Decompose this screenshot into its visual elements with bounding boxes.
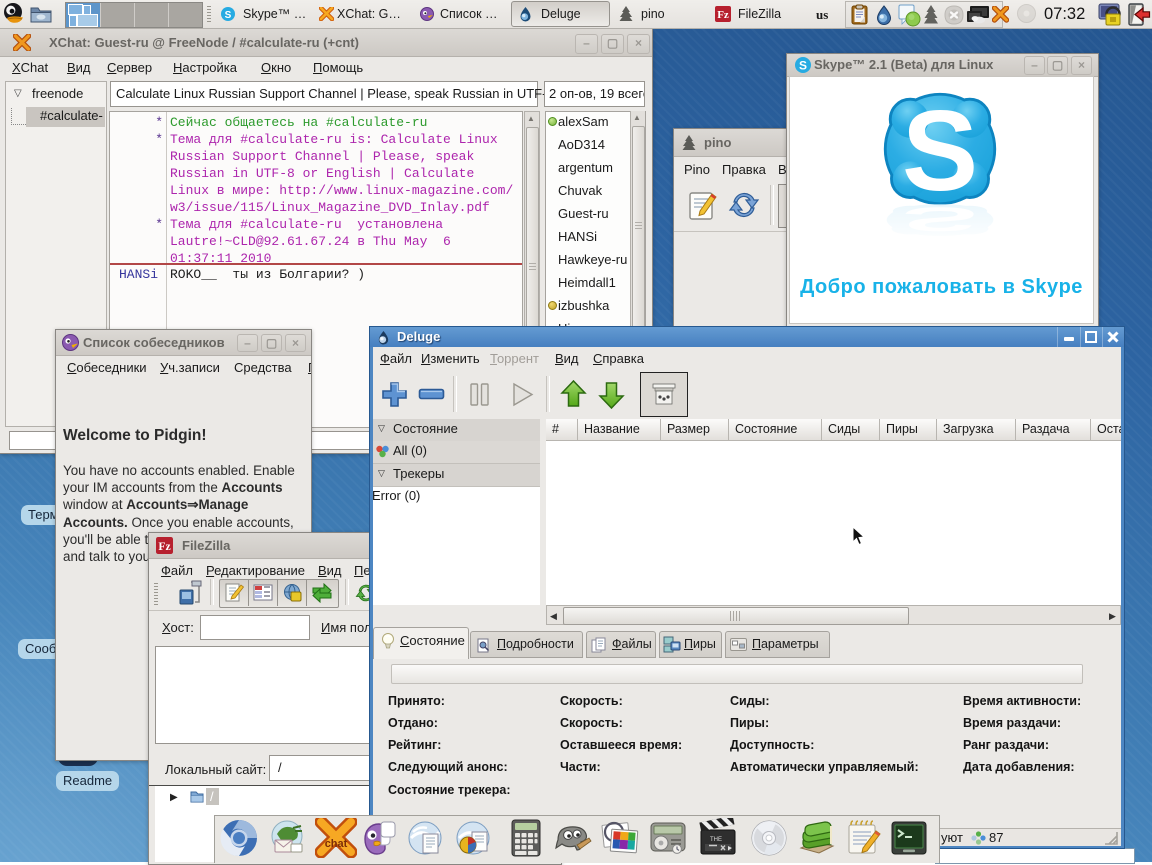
svg-text:Fz: Fz (717, 9, 729, 21)
svg-text:chat: chat (325, 838, 348, 850)
svg-text:Fz: Fz (158, 540, 170, 553)
svg-text:S: S (902, 88, 978, 211)
svg-text:THE: THE (710, 837, 722, 843)
svg-text:S: S (799, 59, 807, 73)
svg-text:S: S (225, 10, 232, 21)
